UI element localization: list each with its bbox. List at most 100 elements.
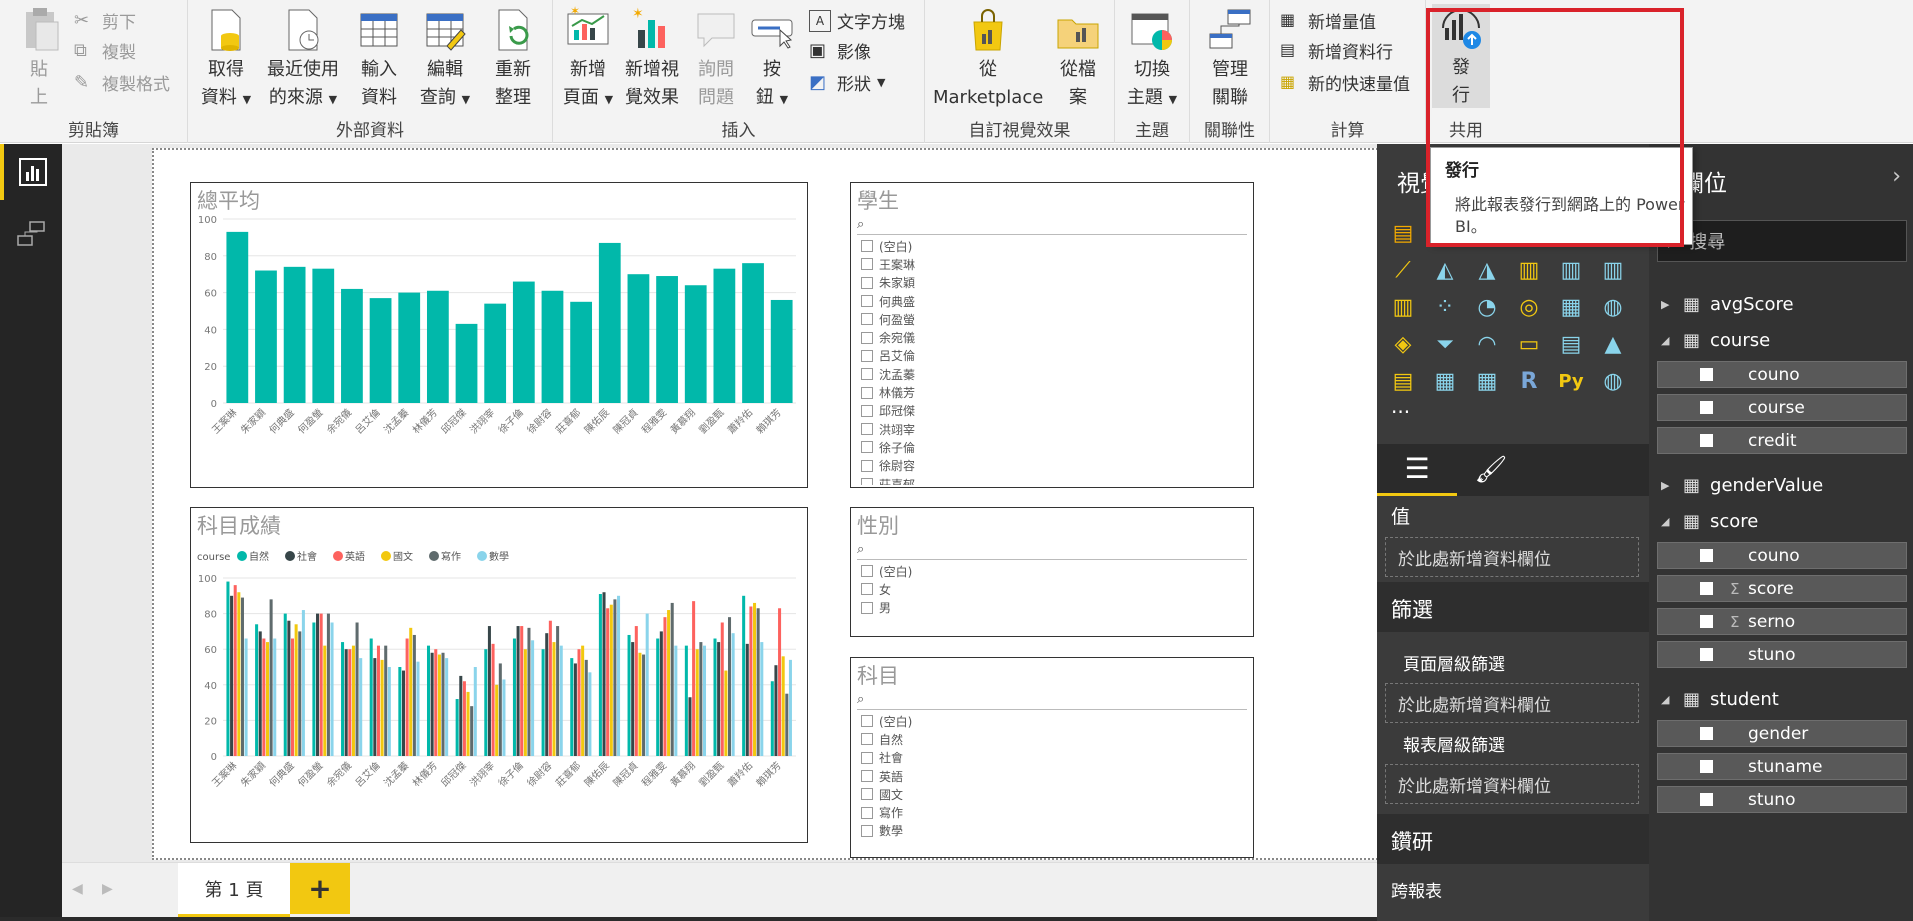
bar[interactable]	[466, 691, 470, 756]
report-filters-drop-zone[interactable]: 於此處新增資料欄位	[1385, 764, 1639, 804]
bar[interactable]	[258, 631, 262, 756]
gender-slicer[interactable]: 性別 ⌕ (空白) 女男	[850, 507, 1254, 637]
matrix-icon[interactable]: ▦	[1473, 368, 1501, 396]
slicer-item[interactable]: 男	[861, 599, 1245, 617]
checkbox[interactable]	[1700, 760, 1713, 773]
copy-button[interactable]: ⧉ 複製	[74, 38, 136, 64]
checkbox[interactable]	[1700, 648, 1713, 661]
buttons-button[interactable]: 按 鈕 ▼	[747, 6, 797, 114]
slicer-item[interactable]: 徐子倫	[861, 438, 1245, 456]
field-item-stuno[interactable]: stuno	[1657, 641, 1907, 668]
bar[interactable]	[455, 323, 478, 403]
bar[interactable]	[760, 642, 764, 756]
bar[interactable]	[387, 667, 391, 756]
checkbox[interactable]	[861, 478, 873, 485]
checkbox[interactable]	[861, 276, 873, 289]
slicer-item[interactable]: 徐尉容	[861, 457, 1245, 475]
bar[interactable]	[344, 649, 348, 756]
bar[interactable]	[283, 266, 306, 403]
bar[interactable]	[577, 649, 581, 756]
bar[interactable]	[369, 298, 392, 403]
bar[interactable]	[781, 656, 785, 756]
slicer-item[interactable]: 數學	[861, 822, 1245, 840]
bar[interactable]	[638, 652, 642, 756]
checkbox[interactable]	[861, 368, 873, 381]
field-table-avgScore[interactable]: ▶ ▦ avgScore	[1661, 294, 1794, 315]
bar[interactable]	[226, 231, 249, 403]
bar[interactable]	[531, 640, 535, 756]
slicer-item[interactable]: 國文	[861, 785, 1245, 803]
bar[interactable]	[684, 645, 688, 756]
bar[interactable]	[756, 608, 760, 756]
slicer-item[interactable]: 寫作	[861, 803, 1245, 821]
bar[interactable]	[631, 642, 635, 756]
bar[interactable]	[398, 667, 402, 756]
bar[interactable]	[491, 643, 495, 756]
ask-question-button[interactable]: 詢問 問題	[687, 6, 745, 112]
checkbox[interactable]	[1700, 582, 1713, 595]
course-slicer[interactable]: 科目 ⌕ (空白) 自然 社會 英語 國文 寫作 數學	[850, 657, 1254, 858]
legend-label[interactable]: 國文	[393, 550, 413, 563]
bar[interactable]	[570, 658, 574, 756]
field-item-couno[interactable]: couno	[1657, 361, 1907, 388]
bar[interactable]	[548, 620, 552, 756]
bar[interactable]	[376, 645, 380, 756]
checkbox[interactable]	[861, 240, 873, 253]
checkbox[interactable]	[861, 331, 873, 344]
kpi-icon[interactable]: ▲	[1599, 331, 1627, 359]
bar[interactable]	[462, 681, 466, 756]
slicer-item[interactable]: 莊喜郁	[861, 475, 1245, 485]
bar[interactable]	[316, 613, 320, 756]
slicer-item[interactable]: 何典盛	[861, 292, 1245, 310]
bar[interactable]	[545, 633, 549, 756]
bar[interactable]	[659, 631, 663, 756]
caret-right-icon[interactable]: ▶	[1661, 298, 1673, 311]
checkbox[interactable]	[861, 258, 873, 271]
bar[interactable]	[269, 599, 273, 756]
bar[interactable]	[770, 681, 774, 756]
subject-score-chart[interactable]: 科目成績 0 20 40 60 80 100 王案琳 朱家穎 何典盛 何盈螢 余宛儀 呂艾倫 沈孟蓁 林儀…	[190, 507, 808, 843]
bar[interactable]	[541, 649, 545, 756]
slicer-item[interactable]: (空白)	[861, 712, 1245, 730]
bar[interactable]	[498, 663, 502, 756]
field-item-course[interactable]: course	[1657, 394, 1907, 421]
gauge-icon[interactable]: ◠	[1473, 331, 1501, 359]
bar[interactable]	[749, 606, 753, 756]
slicer-item[interactable]: 邱冠傑	[861, 402, 1245, 420]
bar[interactable]	[788, 659, 792, 756]
new-page-button[interactable]: ✶ 新增 頁面 ▼	[559, 6, 617, 114]
caret-down-icon[interactable]: ◢	[1661, 515, 1673, 528]
bar[interactable]	[724, 670, 728, 756]
caret-down-icon[interactable]: ◢	[1661, 334, 1673, 347]
publish-button[interactable]: 發 行	[1432, 4, 1490, 108]
bar[interactable]	[645, 613, 649, 756]
bar[interactable]	[437, 654, 441, 756]
new-measure-button[interactable]: ▦ 新增量值	[1280, 8, 1376, 34]
bar[interactable]	[416, 661, 420, 756]
bar[interactable]	[785, 693, 789, 756]
bar[interactable]	[520, 626, 524, 756]
bar[interactable]	[602, 592, 606, 756]
r-visual-icon[interactable]: R	[1515, 368, 1543, 396]
bar[interactable]	[359, 658, 363, 756]
bar[interactable]	[240, 597, 244, 756]
bar[interactable]	[398, 292, 421, 403]
shapes-button[interactable]: ◩ 形狀 ▼	[809, 70, 885, 96]
bar[interactable]	[742, 595, 746, 756]
bar[interactable]	[445, 658, 449, 756]
bar[interactable]	[287, 620, 291, 756]
checkbox[interactable]	[861, 565, 873, 578]
card-icon[interactable]: ▭	[1515, 331, 1543, 359]
checkbox[interactable]	[861, 459, 873, 472]
chevron-right-icon[interactable]: ›	[1892, 164, 1901, 189]
report-view-button[interactable]	[0, 144, 62, 200]
checkbox[interactable]	[861, 583, 873, 596]
bar[interactable]	[717, 642, 721, 756]
bar[interactable]	[330, 622, 334, 757]
bar[interactable]	[441, 652, 445, 756]
bar[interactable]	[552, 642, 556, 756]
checkbox[interactable]	[861, 770, 873, 783]
checkbox[interactable]	[861, 715, 873, 728]
bar[interactable]	[319, 613, 323, 756]
bar[interactable]	[265, 642, 270, 756]
